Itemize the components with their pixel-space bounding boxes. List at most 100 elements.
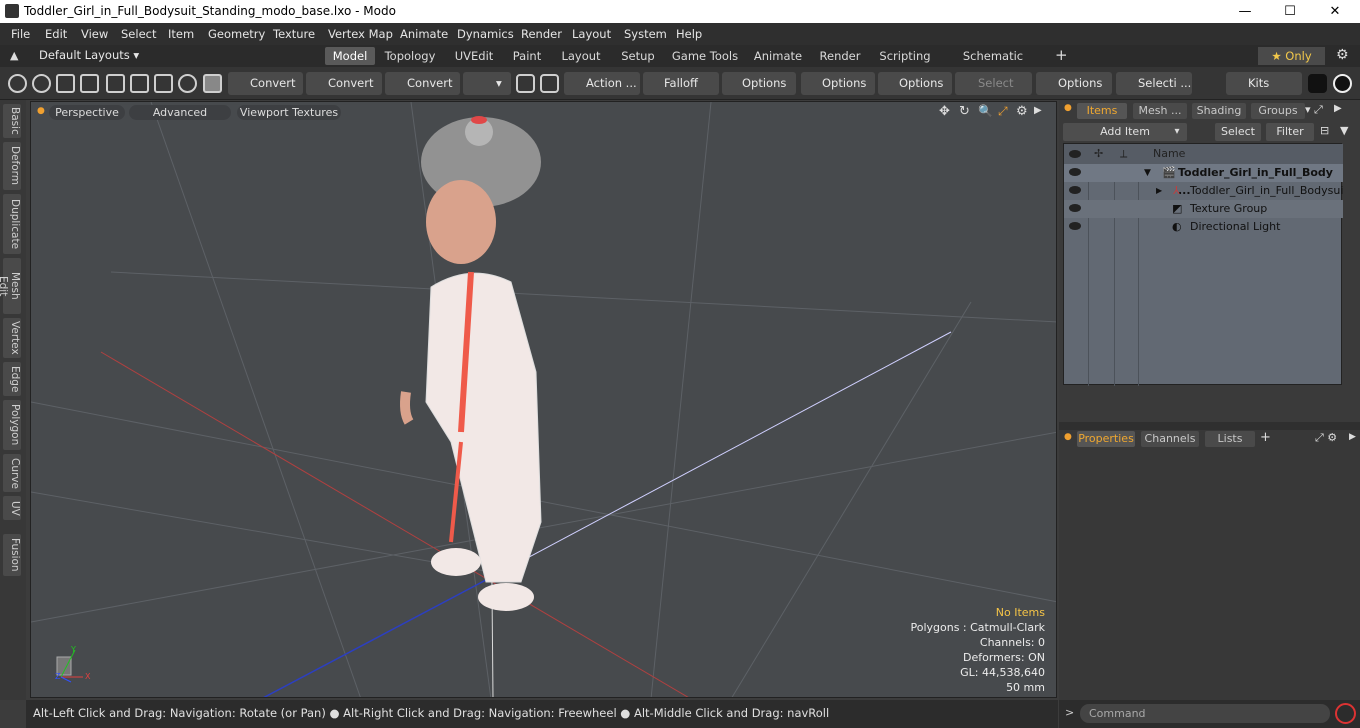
viewport-menu-arrow-icon[interactable]: ▶ xyxy=(1034,105,1042,116)
properties-dot-icon[interactable]: ● xyxy=(1064,432,1072,442)
filter-button[interactable]: Filter xyxy=(1266,123,1314,141)
menu-animate[interactable]: Animate xyxy=(400,27,448,41)
vtab-curve[interactable]: Curve xyxy=(3,454,21,492)
vtab-polygon[interactable]: Polygon xyxy=(3,400,21,450)
command-input[interactable]: Command xyxy=(1080,704,1330,723)
vtab-duplicate[interactable]: Duplicate xyxy=(3,194,21,254)
toddler-model[interactable] xyxy=(400,116,542,611)
tab-layout[interactable]: Layout xyxy=(558,47,604,65)
workplane-icon[interactable] xyxy=(540,74,559,93)
items-mode-icon[interactable] xyxy=(154,74,173,93)
falloff-button[interactable]: Falloff xyxy=(643,72,719,95)
viewport-dot-icon[interactable]: ● xyxy=(37,106,45,116)
snap-icon[interactable] xyxy=(516,74,535,93)
list-item[interactable]: ▼ 🎬 Toddler_Girl_in_Full_Body ... xyxy=(1064,164,1343,197)
add-props-tab-button[interactable]: + xyxy=(1260,430,1271,445)
items-panel-expand-arrow-icon[interactable]: ▶ xyxy=(1334,103,1342,114)
items-panel-menu-icon[interactable]: ▾ ⤢ xyxy=(1305,103,1323,117)
tab-render[interactable]: Render xyxy=(815,47,865,65)
list-item[interactable]: ▶ ⅄ Toddler_Girl_in_Full_Bodysui ... xyxy=(1064,182,1343,215)
visibility-eye-icon[interactable] xyxy=(1069,186,1081,194)
viewport-textures-dropdown[interactable]: Viewport Textures xyxy=(237,105,341,120)
advanced-dropdown[interactable]: Advanced xyxy=(129,105,231,120)
tab-model[interactable]: Model xyxy=(325,47,375,65)
edges-mode-icon[interactable] xyxy=(106,74,125,93)
visibility-eye-icon[interactable] xyxy=(1069,204,1081,212)
only-button[interactable]: ★ Only xyxy=(1258,47,1325,65)
funnel-filter-icon[interactable]: ▼ xyxy=(1340,124,1348,137)
materials-mode-icon[interactable] xyxy=(178,74,197,93)
rotate-view-icon[interactable]: ↻ xyxy=(959,104,970,119)
add-item-chevron-icon[interactable]: ▾ xyxy=(1168,124,1186,140)
options-button-2[interactable]: Options xyxy=(801,72,875,95)
cube-icon[interactable] xyxy=(203,74,222,93)
menu-item[interactable]: Item xyxy=(168,27,194,41)
maximize-view-icon[interactable]: ⤢ xyxy=(998,104,1008,119)
visibility-eye-icon[interactable] xyxy=(1069,150,1081,158)
options-button-3[interactable]: Options xyxy=(878,72,952,95)
vtab-uv[interactable]: UV xyxy=(3,496,21,520)
visibility-eye-icon[interactable] xyxy=(1069,222,1081,230)
items-panel-dot-icon[interactable]: ● xyxy=(1064,103,1072,113)
tab-lists[interactable]: Lists xyxy=(1205,431,1255,447)
tab-groups[interactable]: Groups xyxy=(1251,103,1305,119)
action-center-button[interactable]: Action ... xyxy=(564,72,640,95)
close-button[interactable]: ✕ xyxy=(1312,2,1358,21)
selection-sets-button[interactable]: Selecti ... xyxy=(1116,72,1192,95)
tab-items[interactable]: Items xyxy=(1077,103,1127,119)
tab-animate[interactable]: Animate xyxy=(750,47,806,65)
move-view-icon[interactable]: ✥ xyxy=(939,104,950,119)
vtab-edge[interactable]: Edge xyxy=(3,362,21,396)
viewport-settings-icon[interactable]: ⚙ xyxy=(1016,104,1028,119)
record-macro-icon[interactable] xyxy=(1335,703,1356,724)
select-button[interactable]: Select xyxy=(1215,123,1261,141)
perspective-dropdown[interactable]: Perspective xyxy=(49,105,125,120)
brush-icon[interactable] xyxy=(80,74,99,93)
options-button-1[interactable]: Options xyxy=(722,72,796,95)
menu-render[interactable]: Render xyxy=(521,27,562,41)
vtab-deform[interactable]: Deform xyxy=(3,142,21,190)
tab-setup[interactable]: Setup xyxy=(616,47,660,65)
menu-layout[interactable]: Layout xyxy=(572,27,611,41)
vtab-basic[interactable]: Basic xyxy=(3,104,21,138)
tab-schematic-fusion[interactable]: Schematic Fusion xyxy=(945,47,1041,81)
layout-selector[interactable]: Default Layouts ▾ xyxy=(39,48,139,62)
name-column-header[interactable]: Name xyxy=(1153,144,1185,164)
convert-button-2[interactable]: Convert xyxy=(306,72,382,95)
list-item[interactable]: ◐ Directional Light xyxy=(1064,218,1343,236)
menu-edit[interactable]: Edit xyxy=(45,27,67,41)
polygons-mode-icon[interactable] xyxy=(130,74,149,93)
menu-help[interactable]: Help xyxy=(676,27,702,41)
props-panel-expand-arrow-icon[interactable]: ▶ xyxy=(1349,432,1356,442)
zoom-view-icon[interactable]: 🔍 xyxy=(978,104,993,118)
vertices-mode-icon[interactable] xyxy=(8,74,27,93)
gear-icon[interactable]: ⚙ xyxy=(1336,47,1349,63)
tab-channels[interactable]: Channels xyxy=(1141,431,1199,447)
globe-icon[interactable] xyxy=(32,74,51,93)
expand-arrow-icon[interactable]: ▶ xyxy=(1156,182,1162,200)
options-button-4[interactable]: Options xyxy=(1036,72,1112,95)
menu-system[interactable]: System xyxy=(624,27,667,41)
visibility-eye-icon[interactable] xyxy=(1069,168,1081,176)
convert-button-1[interactable]: Convert xyxy=(228,72,303,95)
unity-icon[interactable] xyxy=(1308,74,1327,93)
menu-select[interactable]: Select xyxy=(121,27,156,41)
tab-topology[interactable]: Topology xyxy=(381,47,439,65)
tab-paint[interactable]: Paint xyxy=(507,47,547,65)
menu-geometry[interactable]: Geometry xyxy=(208,27,265,41)
maximize-button[interactable]: ☐ xyxy=(1267,2,1313,21)
kits-button[interactable]: Kits xyxy=(1226,72,1302,95)
tab-mesh-ops[interactable]: Mesh ... xyxy=(1133,103,1187,119)
collapse-list-icon[interactable]: ⊟ xyxy=(1320,124,1329,137)
lock-icon[interactable]: ✢ xyxy=(1094,144,1103,164)
menu-file[interactable]: File xyxy=(11,27,30,41)
3d-viewport[interactable]: ● Perspective Advanced Viewport Textures… xyxy=(30,101,1057,698)
vtab-fusion[interactable]: Fusion xyxy=(3,534,21,576)
list-item[interactable]: ◩ Texture Group xyxy=(1064,200,1343,218)
tab-game-tools[interactable]: Game Tools xyxy=(670,47,740,65)
unreal-icon[interactable] xyxy=(1333,74,1352,93)
vtab-vertex[interactable]: Vertex xyxy=(3,318,21,358)
props-panel-maximize-icon[interactable]: ⤢ ⚙ xyxy=(1315,431,1337,445)
minimize-button[interactable]: — xyxy=(1222,2,1268,21)
tab-shading[interactable]: Shading xyxy=(1192,103,1246,119)
